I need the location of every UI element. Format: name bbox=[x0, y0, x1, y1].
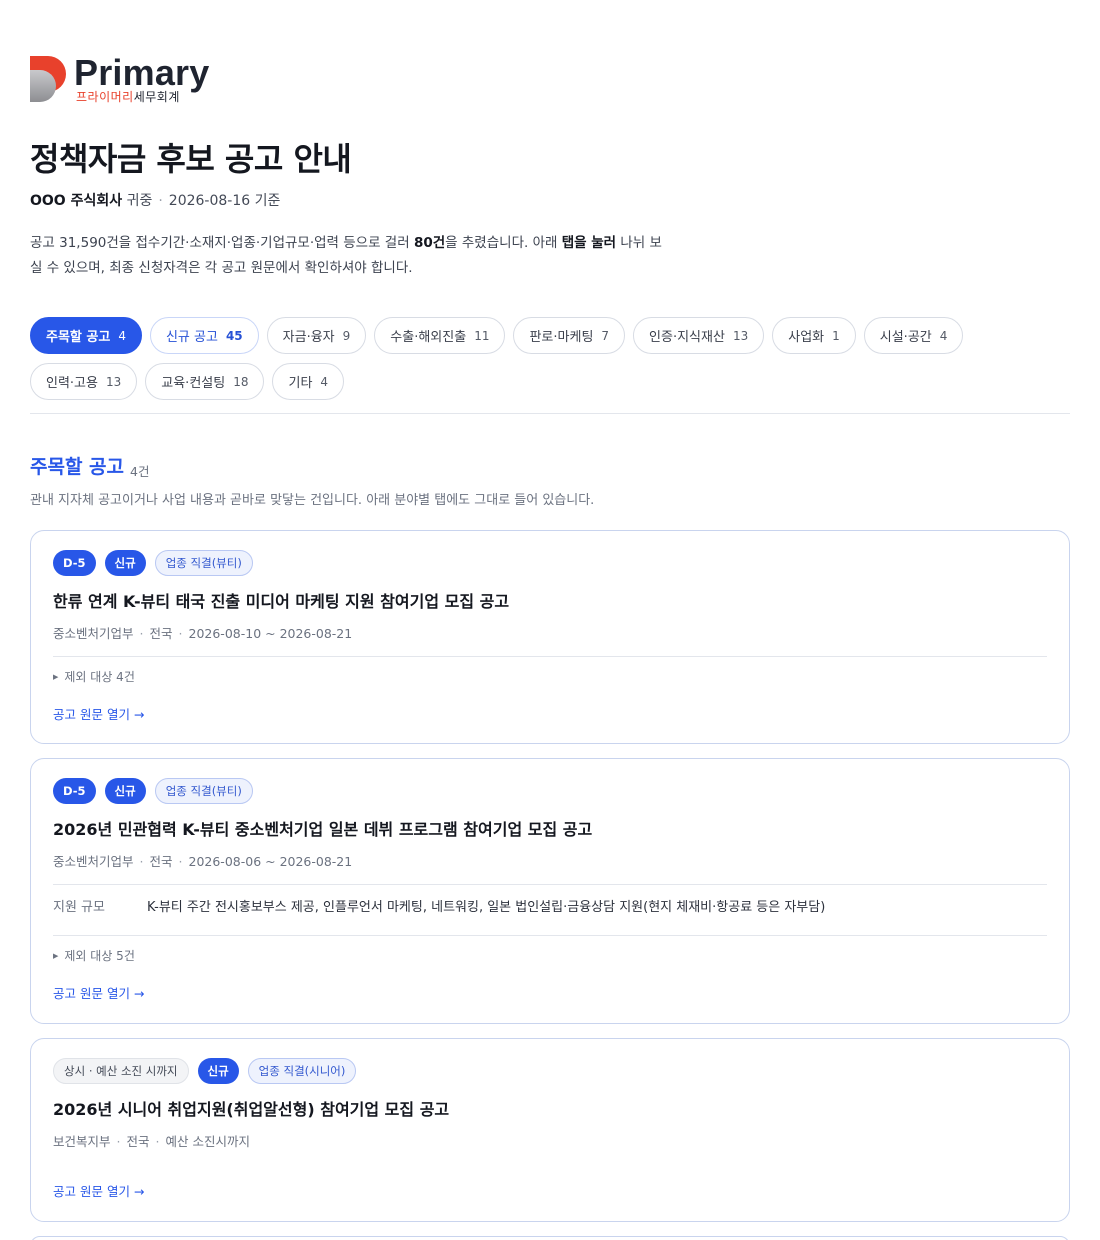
card-title: 2026년 시니어 취업지원(취업알선형) 참여기업 모집 공고 bbox=[53, 1100, 450, 1119]
tab-count: 18 bbox=[233, 374, 249, 389]
announcement-card: 상시 · 예산 소진 시까지 신규 업종 직결(시니어) 2026년 시니어 취… bbox=[30, 1038, 1070, 1222]
tab-label: 신규 공고 bbox=[165, 330, 218, 345]
open-source-link[interactable]: 공고 원문 열기 → bbox=[53, 704, 144, 723]
card-meta: 보건복지부 · 전국 · 예산 소진시까지 bbox=[53, 1134, 250, 1149]
tab-5[interactable]: 인증·지식재산 13 bbox=[633, 317, 765, 354]
tab-3[interactable]: 수출·해외진출 11 bbox=[374, 317, 506, 354]
brand-logo: Primary 프라이머리세무회계 bbox=[30, 52, 220, 106]
tab-count: 4 bbox=[939, 328, 948, 343]
card-divider bbox=[53, 935, 1047, 936]
tab-0[interactable]: 주목할 공고 4 bbox=[30, 317, 142, 354]
tab-7[interactable]: 시설·공간 4 bbox=[863, 317, 964, 354]
intro-text: 공고 31,590건을 접수기간·소재지·업종·기업규모·업력 등으로 걸러 8… bbox=[30, 235, 662, 276]
logo-mark-icon bbox=[30, 56, 66, 102]
tab-count: 9 bbox=[342, 328, 351, 343]
tabs-divider bbox=[30, 413, 1070, 414]
caret-right-icon: ▶ bbox=[53, 952, 59, 960]
card-meta: 중소벤처기업부 · 전국 · 2026-08-10 ~ 2026-08-21 bbox=[53, 626, 353, 641]
tab-count: 4 bbox=[118, 328, 126, 343]
industry-badge: 업종 직결(시니어) bbox=[247, 1058, 357, 1084]
tab-6[interactable]: 사업화 1 bbox=[772, 317, 856, 354]
industry-badge: 업종 직결(뷰티) bbox=[154, 550, 253, 576]
tab-8[interactable]: 인력·고용 13 bbox=[30, 363, 138, 400]
card-title: 2026년 민관협력 K-뷰티 중소벤처기업 일본 데뷔 프로그램 참여기업 모… bbox=[53, 820, 593, 839]
honorific: 귀중 bbox=[126, 193, 153, 209]
tab-label: 인증·지식재산 bbox=[649, 330, 725, 345]
exclusion-toggle[interactable]: ▶ 제외 대상 4건 bbox=[53, 668, 135, 685]
tab-label: 자금·융자 bbox=[282, 330, 335, 345]
tab-label: 기타 bbox=[288, 376, 313, 391]
card-title: 한류 연계 K-뷰티 태국 진출 미디어 마케팅 지원 참여기업 모집 공고 bbox=[53, 592, 510, 611]
base-date: 2026-08-16 기준 bbox=[168, 193, 281, 209]
tab-label: 시설·공간 bbox=[879, 330, 932, 345]
new-badge: 신규 bbox=[197, 1058, 239, 1084]
tab-label: 인력·고용 bbox=[46, 376, 98, 391]
recipient-line: OOO 주식회사 귀중 · 2026-08-16 기준 bbox=[30, 193, 281, 209]
tab-label: 주목할 공고 bbox=[46, 330, 111, 345]
card-badges: D-5 신규 업종 직결(뷰티) bbox=[53, 778, 253, 804]
card-badges: 상시 · 예산 소진 시까지 신규 업종 직결(시니어) bbox=[53, 1058, 357, 1084]
card-divider bbox=[53, 656, 1047, 657]
section-count: 4건 bbox=[130, 464, 150, 479]
announcement-card: D-5 신규 업종 직결(뷰티) 2026년 민관협력 K-뷰티 중소벤처기업 … bbox=[30, 758, 1070, 1024]
tab-count: 13 bbox=[105, 374, 122, 389]
tab-2[interactable]: 자금·융자 9 bbox=[266, 317, 367, 354]
tab-count: 1 bbox=[832, 328, 840, 343]
tab-10[interactable]: 기타 4 bbox=[272, 363, 345, 400]
tab-label: 교육·컨설팅 bbox=[161, 376, 226, 391]
tab-4[interactable]: 판로·마케팅 7 bbox=[513, 317, 626, 354]
tab-9[interactable]: 교육·컨설팅 18 bbox=[145, 363, 265, 400]
announcement-card: D-5 신규 업종 직결(뷰티) 한류 연계 K-뷰티 태국 진출 미디어 마케… bbox=[30, 530, 1070, 744]
deadline-badge: 상시 · 예산 소진 시까지 bbox=[53, 1058, 189, 1084]
tab-count: 7 bbox=[601, 328, 610, 343]
caret-right-icon: ▶ bbox=[53, 673, 59, 681]
industry-badge: 업종 직결(뷰티) bbox=[154, 778, 253, 804]
deadline-badge: D-5 bbox=[53, 778, 96, 804]
tab-label: 판로·마케팅 bbox=[529, 330, 594, 345]
company-name: OOO 주식회사 bbox=[30, 193, 123, 209]
tab-count: 45 bbox=[225, 328, 243, 343]
tab-label: 사업화 bbox=[788, 330, 825, 345]
card-divider bbox=[53, 884, 1047, 885]
logo-subtitle: 프라이머리세무회계 bbox=[76, 90, 180, 104]
deadline-badge: D-5 bbox=[53, 550, 96, 576]
tab-1[interactable]: 신규 공고 45 bbox=[149, 317, 259, 354]
tab-label: 수출·해외진출 bbox=[390, 330, 467, 345]
open-source-link[interactable]: 공고 원문 열기 → bbox=[53, 1181, 144, 1200]
new-badge: 신규 bbox=[104, 550, 146, 576]
section-title: 주목할 공고 bbox=[30, 456, 125, 478]
new-badge: 신규 bbox=[104, 778, 146, 804]
tab-count: 13 bbox=[732, 328, 749, 343]
card-badges: D-5 신규 업종 직결(뷰티) bbox=[53, 550, 253, 576]
announcement-card-partial bbox=[30, 1236, 1070, 1240]
page-title: 정책자금 후보 공고 안내 bbox=[30, 140, 352, 178]
tab-count: 11 bbox=[474, 328, 490, 343]
section-description: 관내 지자체 공고이거나 사업 내용과 곧바로 맞닿는 건입니다. 아래 분야별… bbox=[30, 493, 595, 508]
tab-count: 4 bbox=[320, 374, 329, 389]
support-scale-row: 지원 규모 K-뷰티 주간 전시홍보부스 제공, 인플루언서 마케팅, 네트워킹,… bbox=[53, 900, 826, 915]
page: Primary 프라이머리세무회계 정책자금 후보 공고 안내 OOO 주식회사… bbox=[0, 0, 1100, 1240]
open-source-link[interactable]: 공고 원문 열기 → bbox=[53, 983, 144, 1002]
exclusion-toggle[interactable]: ▶ 제외 대상 5건 bbox=[53, 947, 135, 964]
category-tabs: 주목할 공고 4 신규 공고 45 자금·융자 9 수출·해외진출 11 판로·마케팅 7 인증·지… bbox=[30, 317, 1070, 400]
card-meta: 중소벤처기업부 · 전국 · 2026-08-06 ~ 2026-08-21 bbox=[53, 854, 353, 869]
